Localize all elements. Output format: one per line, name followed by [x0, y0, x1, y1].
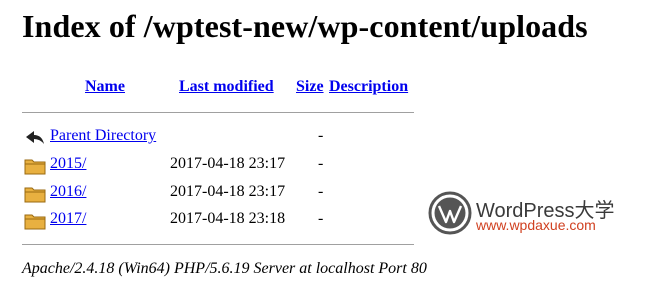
parent-directory-link[interactable]: Parent Directory — [50, 127, 156, 145]
sort-by-size-link[interactable]: Size — [296, 78, 324, 96]
folder-icon — [24, 159, 46, 175]
folder-link-2016[interactable]: 2016/ — [50, 183, 86, 201]
entry-size: - — [318, 155, 324, 172]
entry-last-modified: 2017-04-18 23:17 — [170, 183, 286, 200]
folder-link-2015[interactable]: 2015/ — [50, 155, 86, 173]
entry-last-modified: 2017-04-18 23:18 — [170, 210, 286, 227]
watermark: WordPress大学 www.wpdaxue.com — [428, 190, 648, 238]
sort-by-description-link[interactable]: Description — [329, 78, 408, 96]
header-divider — [22, 112, 414, 113]
watermark-url: www.wpdaxue.com — [476, 217, 596, 233]
back-arrow-icon — [26, 131, 44, 144]
footer-divider — [22, 244, 414, 245]
folder-icon — [24, 214, 46, 230]
entry-last-modified: 2017-04-18 23:17 — [170, 155, 286, 172]
page-title: Index of /wptest-new/wp-content/uploads — [22, 8, 588, 44]
folder-icon — [24, 187, 46, 203]
entry-size: - — [318, 183, 324, 200]
folder-link-2017[interactable]: 2017/ — [50, 210, 86, 228]
entry-size: - — [318, 210, 324, 227]
sort-by-last-modified-link[interactable]: Last modified — [179, 78, 274, 96]
server-signature: Apache/2.4.18 (Win64) PHP/5.6.19 Server … — [22, 260, 427, 277]
sort-by-name-link[interactable]: Name — [85, 78, 125, 96]
entry-size: - — [318, 127, 324, 144]
wordpress-logo-icon — [428, 191, 472, 235]
